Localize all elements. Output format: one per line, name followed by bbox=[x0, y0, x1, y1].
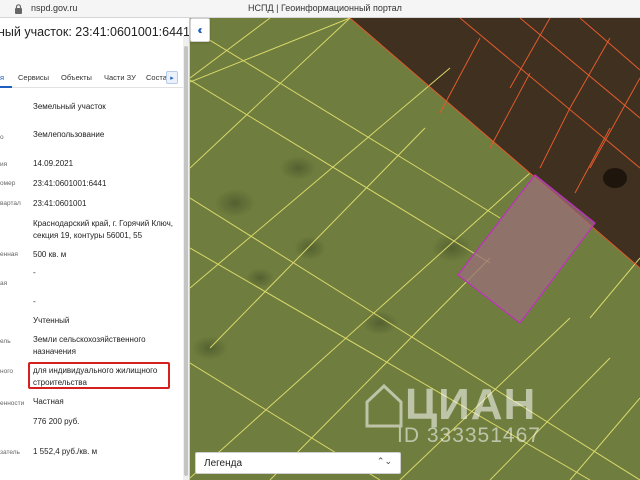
browser-bar: nspd.gov.ru НСПД | Геоинформационный пор… bbox=[0, 0, 640, 18]
collapse-panel-button[interactable]: ‹‹ bbox=[190, 18, 210, 42]
row-label: ного bbox=[0, 368, 14, 375]
row-value: 1 552,4 руб./кв. м bbox=[33, 447, 98, 456]
terrain-patch bbox=[362, 311, 398, 335]
row-value: 500 кв. м bbox=[33, 250, 67, 259]
row-value: 23:41:0601001 bbox=[33, 199, 87, 208]
page-title: НСПД | Геоинформационный портал bbox=[248, 3, 402, 13]
terrain-patch bbox=[246, 268, 274, 288]
highlight-box bbox=[28, 362, 170, 389]
row-value: Учтенный bbox=[33, 316, 70, 325]
row-label: енности bbox=[0, 400, 25, 407]
row-value: Земельный участок bbox=[33, 102, 106, 111]
terrain-patch bbox=[215, 189, 255, 217]
row-value: Землепользование bbox=[33, 130, 105, 139]
row-label: енная bbox=[0, 251, 18, 258]
info-panel: ный участок: 23:41:0601001:6441 я Сервис… bbox=[0, 18, 190, 480]
terrain-patch bbox=[603, 168, 627, 188]
row-label: ель bbox=[0, 338, 11, 345]
row-label: о bbox=[0, 134, 4, 141]
watermark-id: ID 333351467 bbox=[397, 424, 541, 447]
row-value: 23:41:0601001:6441 bbox=[33, 179, 107, 188]
row-value: 776 200 руб. bbox=[33, 417, 80, 426]
tab-bar: я Сервисы Объекты Части ЗУ Соста ▸ bbox=[0, 70, 189, 88]
panel-title: ный участок: 23:41:0601001:6441 bbox=[0, 25, 190, 39]
row-value: - bbox=[33, 268, 36, 277]
row-value: 14.09.2021 bbox=[33, 159, 74, 168]
chevron-right-icon: ▸ bbox=[170, 74, 174, 82]
row-value: Частная bbox=[33, 397, 64, 406]
legend-label: Легенда bbox=[204, 458, 243, 469]
terrain-patch bbox=[280, 156, 316, 180]
row-label: затель bbox=[0, 449, 20, 456]
map-view[interactable]: ЦИАН ID 333351467 Легенда ⌃⌄ bbox=[190, 18, 640, 480]
row-label: омер bbox=[0, 180, 16, 187]
tab-objects[interactable]: Объекты bbox=[61, 73, 92, 82]
house-icon bbox=[365, 384, 403, 428]
active-tab-indicator bbox=[0, 86, 12, 88]
row-label: ая bbox=[0, 280, 8, 287]
row-value: Краснодарский край, г. Горячий Ключ, сек… bbox=[33, 219, 173, 240]
double-chevron-left-icon: ‹‹ bbox=[197, 23, 203, 37]
row-label: ия bbox=[0, 161, 8, 168]
tab-scroll-right-button[interactable]: ▸ bbox=[166, 71, 178, 84]
row-value: - bbox=[33, 297, 36, 306]
row-value: Земли сельскохозяйственного назначения bbox=[33, 335, 146, 356]
watermark-brand: ЦИАН bbox=[405, 380, 537, 429]
legend-select[interactable]: Легенда ⌃⌄ bbox=[195, 452, 401, 474]
tab-info[interactable]: я bbox=[0, 73, 4, 82]
scrollbar-thumb[interactable] bbox=[184, 46, 188, 476]
select-arrows-icon: ⌃⌄ bbox=[376, 456, 392, 466]
tab-parts[interactable]: Части ЗУ bbox=[104, 73, 136, 82]
tab-composition[interactable]: Соста bbox=[146, 73, 167, 82]
row-label: вартал bbox=[0, 200, 21, 207]
tab-services[interactable]: Сервисы bbox=[18, 73, 49, 82]
terrain-patch bbox=[294, 236, 326, 260]
